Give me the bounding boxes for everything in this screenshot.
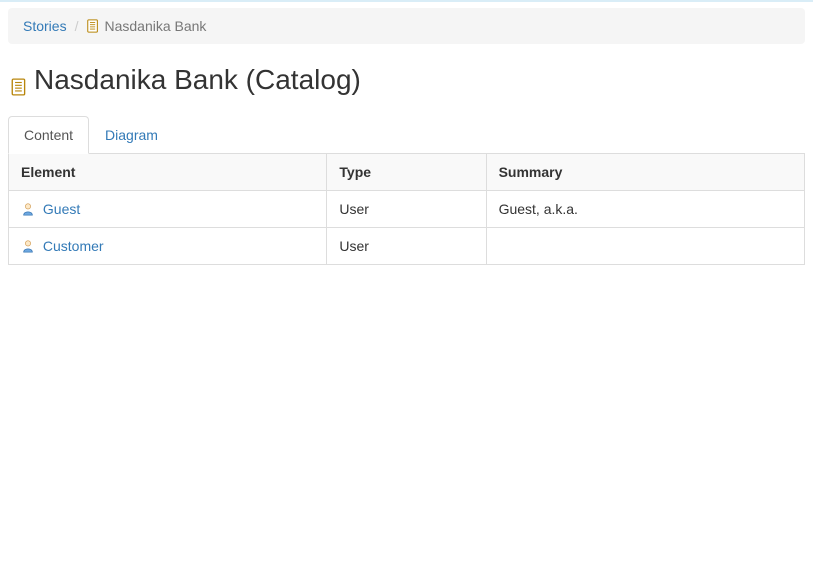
table-row: Customer User	[9, 228, 805, 265]
tab-content[interactable]: Content	[8, 116, 89, 154]
breadcrumb-root-link[interactable]: Stories	[23, 18, 67, 34]
breadcrumb: Stories / Nasdanika Bank	[8, 8, 805, 44]
breadcrumb-current-label: Nasdanika Bank	[104, 18, 206, 34]
top-accent-line	[0, 0, 813, 2]
tab-diagram[interactable]: Diagram	[89, 116, 174, 154]
table-header-row: Element Type Summary	[9, 154, 805, 191]
cell-type: User	[327, 228, 486, 265]
tabs: Content Diagram	[8, 116, 805, 154]
book-icon	[10, 71, 28, 89]
cell-element: Guest	[9, 191, 327, 228]
user-icon	[21, 239, 35, 253]
breadcrumb-current: Nasdanika Bank	[86, 18, 206, 34]
cell-summary	[486, 228, 804, 265]
book-icon	[86, 19, 100, 33]
element-link-guest[interactable]: Guest	[43, 201, 80, 217]
table-row: Guest User Guest, a.k.a.	[9, 191, 805, 228]
breadcrumb-separator: /	[67, 18, 87, 34]
content-table: Element Type Summary Guest User Guest, a…	[8, 153, 805, 265]
page-title: Nasdanika Bank (Catalog)	[10, 64, 805, 96]
cell-summary: Guest, a.k.a.	[486, 191, 804, 228]
col-header-type: Type	[327, 154, 486, 191]
col-header-summary: Summary	[486, 154, 804, 191]
user-icon	[21, 202, 35, 216]
cell-type: User	[327, 191, 486, 228]
breadcrumb-root: Stories	[23, 18, 67, 34]
col-header-element: Element	[9, 154, 327, 191]
cell-element: Customer	[9, 228, 327, 265]
page-title-text: Nasdanika Bank (Catalog)	[34, 64, 361, 96]
element-link-customer[interactable]: Customer	[43, 238, 104, 254]
